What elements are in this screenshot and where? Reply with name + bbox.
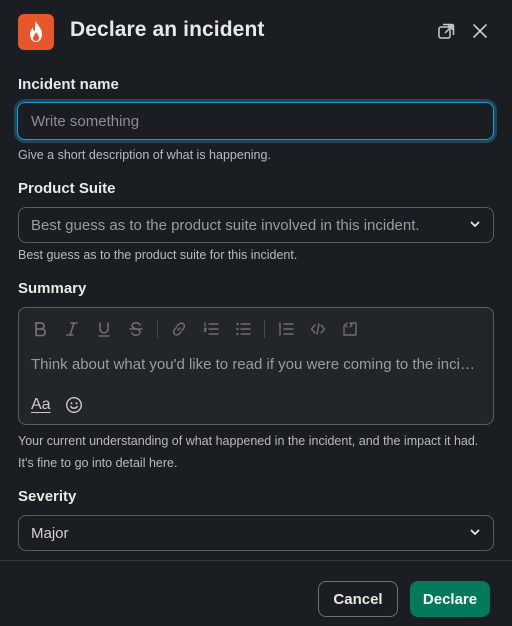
code-icon[interactable] — [307, 318, 329, 340]
chevron-down-icon — [469, 217, 481, 234]
toolbar-divider — [157, 320, 158, 338]
ordered-list-icon[interactable] — [200, 318, 222, 340]
severity-label: Severity — [18, 488, 77, 505]
incident-name-placeholder: Write something — [31, 112, 140, 130]
bold-icon[interactable] — [29, 318, 51, 340]
chevron-down-icon — [469, 525, 481, 542]
flame-icon — [18, 14, 54, 50]
bulleted-list-icon[interactable] — [232, 318, 254, 340]
toolbar-divider — [264, 320, 265, 338]
declare-button[interactable]: Declare — [410, 581, 490, 617]
summary-editor[interactable]: Think about what you'd like to read if y… — [18, 307, 494, 425]
italic-icon[interactable] — [61, 318, 83, 340]
blockquote-icon[interactable] — [275, 318, 297, 340]
summary-label: Summary — [18, 280, 87, 297]
strikethrough-icon[interactable] — [125, 318, 147, 340]
severity-selected-value: Major — [31, 524, 69, 542]
editor-bottom-bar: Aa — [31, 394, 83, 416]
product-suite-hint: Best guess as to the product suite for t… — [18, 248, 298, 262]
product-suite-label: Product Suite — [18, 180, 116, 197]
emoji-icon[interactable] — [65, 396, 83, 414]
text-format-button[interactable]: Aa — [31, 396, 51, 414]
code-block-icon[interactable] — [339, 318, 361, 340]
link-icon[interactable] — [168, 318, 190, 340]
footer-divider — [0, 560, 512, 561]
cancel-button[interactable]: Cancel — [318, 581, 398, 617]
product-suite-placeholder: Best guess as to the product suite invol… — [31, 216, 420, 234]
incident-name-label: Incident name — [18, 76, 119, 93]
close-icon[interactable] — [469, 20, 491, 42]
summary-placeholder: Think about what you'd like to read if y… — [31, 356, 483, 373]
declare-incident-modal: Declare an incident Incident name Write … — [0, 0, 512, 626]
modal-title: Declare an incident — [70, 18, 265, 41]
formatting-toolbar — [29, 318, 371, 340]
incident-name-hint: Give a short description of what is happ… — [18, 148, 271, 162]
modal-header: Declare an incident — [0, 0, 512, 64]
underline-icon[interactable] — [93, 318, 115, 340]
severity-select[interactable]: Major — [18, 515, 494, 551]
incident-name-input[interactable]: Write something — [17, 102, 494, 140]
summary-hint: Your current understanding of what happe… — [18, 434, 479, 470]
product-suite-select[interactable]: Best guess as to the product suite invol… — [18, 207, 494, 243]
popout-icon[interactable] — [436, 20, 458, 42]
